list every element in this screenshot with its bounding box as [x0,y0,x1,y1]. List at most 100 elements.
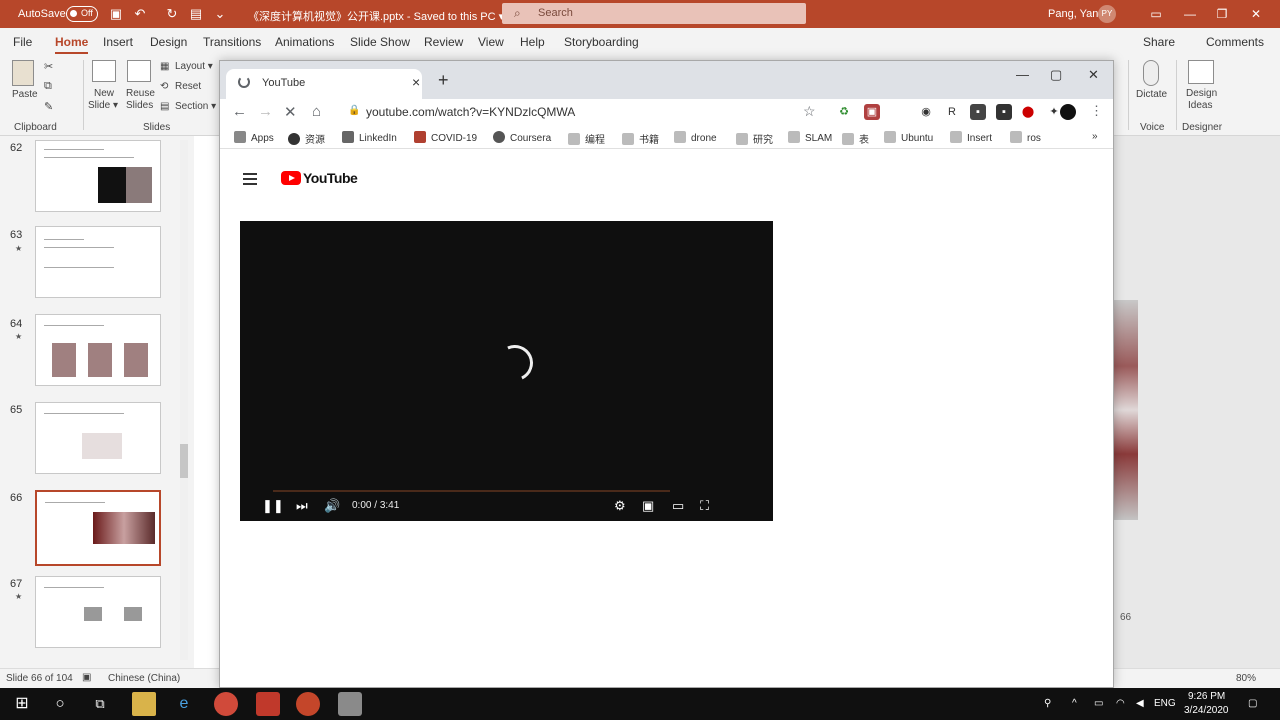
tab-view[interactable]: View [478,35,504,49]
powerpoint-icon[interactable] [296,692,320,716]
undo-icon[interactable]: ↶ [132,6,148,22]
bookmark-folder[interactable]: drone [674,131,717,144]
design-ideas-icon[interactable] [1188,60,1214,84]
copy-icon[interactable]: ⧉ [44,80,52,93]
app-icon[interactable] [256,692,280,716]
extension-icon[interactable]: ▣ [864,104,880,120]
home-icon[interactable]: ⌂ [312,103,321,120]
volume-icon[interactable]: 🔊 [324,498,340,514]
autosave-toggle[interactable]: Off [66,6,98,22]
new-slide-label-2[interactable]: Slide ▾ [88,100,118,111]
extension-recycle-icon[interactable]: ♻ [836,104,852,120]
close-tab-icon[interactable]: × [412,74,420,90]
minimize-icon[interactable]: — [1180,4,1200,24]
tab-insert[interactable]: Insert [103,35,133,49]
ribbon-display-options-icon[interactable]: ▭ [1146,4,1166,24]
slide-thumbnail[interactable] [35,576,161,648]
bookmark-item[interactable]: 资源 [288,131,325,146]
bookmark-item[interactable]: LinkedIn [342,131,397,144]
format-painter-icon[interactable]: ✎ [44,100,53,113]
video-player[interactable]: ❚❚ ⏭ 🔊 0:00 / 3:41 ⚙ ▣ ▭ ⛶ [240,221,773,521]
paste-icon[interactable] [12,60,34,86]
people-icon[interactable]: ⚲ [1044,698,1051,709]
close-icon[interactable]: ✕ [1246,4,1266,24]
cut-icon[interactable]: ✂ [44,60,53,73]
progress-bar[interactable] [273,490,670,492]
slide-thumbnail-selected[interactable] [35,490,161,566]
tab-slide-show[interactable]: Slide Show [350,35,410,49]
extension-icon[interactable]: ⬤ [1020,104,1036,120]
reuse-slides-label-1[interactable]: Reuse [126,88,155,99]
bookmark-folder[interactable]: 编程 [568,131,605,146]
reset-icon[interactable]: ⟲ [160,81,168,92]
microphone-icon[interactable] [1143,60,1159,86]
share-button[interactable]: Share [1143,35,1175,49]
new-slide-icon[interactable] [92,60,116,82]
browser-close-icon[interactable]: ✕ [1088,67,1099,83]
slide-panel-scrollbar[interactable] [180,140,188,660]
new-slide-label-1[interactable]: New [94,88,114,99]
bookmark-star-icon[interactable]: ☆ [803,103,816,120]
slide-thumbnail[interactable] [35,226,161,298]
fullscreen-icon[interactable]: ⛶ [700,498,709,514]
slide-thumbnail[interactable] [35,314,161,386]
start-from-beginning-icon[interactable]: ▤ [188,6,204,22]
save-icon[interactable]: ▣ [108,6,124,22]
back-icon[interactable]: ← [232,103,247,120]
browser-maximize-icon[interactable]: ▢ [1050,67,1062,83]
slide-editing-area[interactable]: 66 [1114,136,1280,668]
tab-review[interactable]: Review [424,35,463,49]
comments-button[interactable]: Comments [1206,35,1264,49]
search-box[interactable]: ⌕ Search [502,3,806,24]
redo-icon[interactable]: ↻ [164,6,180,22]
bookmark-item[interactable]: COVID-19 [414,131,477,144]
extension-icon[interactable]: R [944,104,960,120]
bookmark-folder[interactable]: 表 [842,131,869,146]
bookmark-folder[interactable]: 研究 [736,131,773,146]
stop-loading-icon[interactable]: ✕ [284,103,297,121]
forward-icon[interactable]: → [258,103,273,120]
dictate-button[interactable]: Dictate [1136,89,1167,100]
layout-icon[interactable]: ▦ [160,61,169,72]
tab-home[interactable]: Home [55,35,89,54]
wifi-icon[interactable]: ◠ [1116,698,1125,709]
avatar[interactable]: PY [1098,5,1116,23]
maximize-icon[interactable]: ❐ [1212,4,1232,24]
clock-date[interactable]: 3/24/2020 [1184,705,1229,716]
spelling-icon[interactable]: ▣ [82,672,91,683]
bookmark-folder[interactable]: SLAM [788,131,832,144]
tab-file[interactable]: File [13,35,32,49]
tab-animations[interactable]: Animations [275,35,334,49]
extension-icon[interactable]: ◉ [918,104,934,120]
new-tab-button[interactable]: + [438,70,449,91]
edge-icon[interactable]: e [172,692,196,716]
chrome-icon[interactable] [214,692,238,716]
scrollbar-thumb[interactable] [180,444,188,478]
volume-icon[interactable]: ◀ [1136,698,1144,709]
start-icon[interactable]: ⊞ [10,692,34,716]
search-icon[interactable]: ○ [48,692,72,716]
zoom-level[interactable]: 80% [1236,673,1256,684]
reuse-slides-icon[interactable] [127,60,151,82]
section-button[interactable]: Section ▾ [175,101,216,112]
bookmark-folder[interactable]: 书籍 [622,131,659,146]
hamburger-menu-icon[interactable] [243,173,257,188]
input-language[interactable]: ENG [1154,698,1176,709]
customize-qat-icon[interactable]: ⌄ [212,6,228,22]
clock-time[interactable]: 9:26 PM [1188,691,1225,702]
next-video-icon[interactable]: ⏭ [296,498,308,514]
pause-icon[interactable]: ❚❚ [262,498,284,514]
section-icon[interactable]: ▤ [160,101,169,112]
bookmark-folder[interactable]: Ubuntu [884,131,933,144]
notifications-icon[interactable]: ▢ [1248,698,1257,709]
theater-mode-icon[interactable]: ▭ [672,498,684,514]
menu-icon[interactable]: ⋮ [1090,103,1103,119]
bookmark-folder[interactable]: ros [1010,131,1041,144]
lock-icon[interactable]: 🔒 [348,105,360,116]
layout-button[interactable]: Layout ▾ [175,61,213,72]
design-ideas-label-1[interactable]: Design [1186,88,1217,99]
tab-help[interactable]: Help [520,35,545,49]
bookmark-folder[interactable]: Insert [950,131,992,144]
miniplayer-icon[interactable]: ▣ [642,498,654,514]
tray-overflow-icon[interactable]: ^ [1072,698,1077,709]
